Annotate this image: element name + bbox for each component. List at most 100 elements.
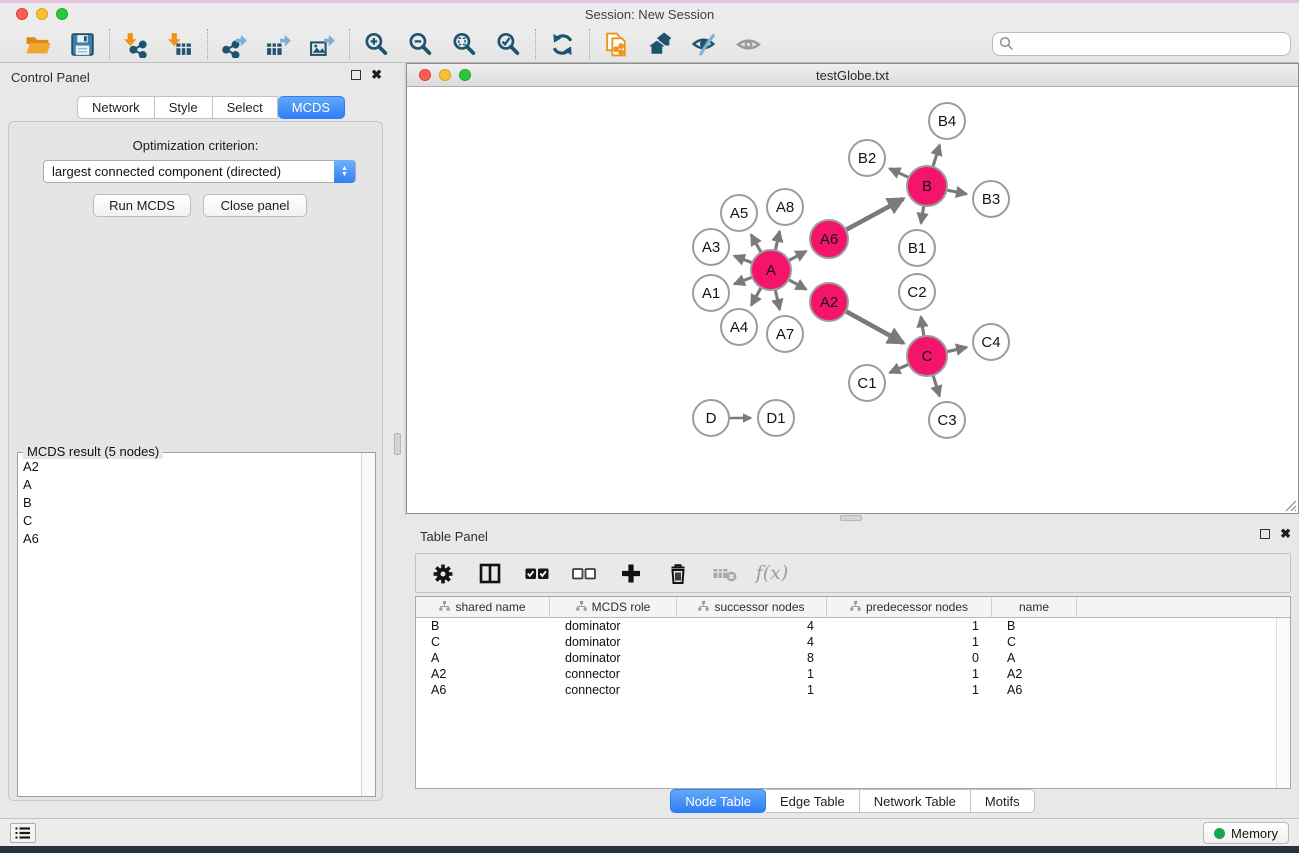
tab-node-table[interactable]: Node Table [670,789,766,813]
table-mode-icon[interactable] [430,560,456,586]
mcds-result-scrollbar[interactable] [361,453,375,796]
tab-motifs[interactable]: Motifs [971,789,1035,813]
close-panel-button[interactable]: Close panel [203,194,307,217]
table-row-A2[interactable]: A2connector11A2 [416,666,1290,682]
resize-grip-icon[interactable] [1284,499,1297,512]
mcds-result-item[interactable]: A [18,475,360,493]
graph-edge-A2-C[interactable] [844,310,904,343]
graph-edge-A-A7[interactable] [775,288,780,310]
import-table-icon[interactable] [167,31,194,58]
run-mcds-button[interactable]: Run MCDS [93,194,191,217]
graph-node-B1[interactable]: B1 [899,230,935,266]
table-row-C[interactable]: Cdominator41C [416,634,1290,650]
export-table-icon[interactable] [265,31,292,58]
graph-edge-B-B4[interactable] [932,145,939,169]
tab-select[interactable]: Select [213,96,278,119]
show-all-icon[interactable] [735,31,762,58]
graph-edge-C-C2[interactable] [921,317,924,339]
vertical-splitter-grip[interactable] [394,433,401,455]
create-column-icon[interactable] [618,560,644,586]
column-header-shared-name[interactable]: shared name [416,597,550,617]
save-icon[interactable] [69,31,96,58]
table-row-A6[interactable]: A6connector11A6 [416,682,1290,698]
column-header-name[interactable]: name [992,597,1077,617]
column-header-successor-nodes[interactable]: successor nodes [677,597,827,617]
graph-node-D[interactable]: D [693,400,729,436]
mcds-result-item[interactable]: A6 [18,529,360,547]
float-panel-icon[interactable] [351,70,361,80]
graph-edge-C-C3[interactable] [932,373,939,396]
table-scrollbar[interactable] [1276,618,1290,788]
graph-edge-B-B3[interactable] [945,190,967,194]
export-image-icon[interactable] [309,31,336,58]
graph-node-A8[interactable]: A8 [767,189,803,225]
zoom-selected-icon[interactable] [495,31,522,58]
graph-node-C1[interactable]: C1 [849,365,885,401]
graph-edge-A-A1[interactable] [734,276,754,284]
new-network-from-selection-icon[interactable] [603,31,630,58]
horizontal-splitter-grip[interactable] [840,515,862,521]
tab-network[interactable]: Network [77,96,155,119]
graph-node-A3[interactable]: A3 [693,229,729,265]
import-network-icon[interactable] [123,31,150,58]
select-all-columns-icon[interactable] [524,560,550,586]
graph-edge-A-A2[interactable] [787,279,806,290]
table-row-A[interactable]: Adominator80A [416,650,1290,666]
table-row-B[interactable]: Bdominator41B [416,618,1290,634]
graph-node-C2[interactable]: C2 [899,274,935,310]
close-table-panel-icon[interactable]: ✖ [1280,528,1291,540]
memory-button[interactable]: Memory [1203,822,1289,844]
zoom-in-icon[interactable] [363,31,390,58]
graph-edge-A-A8[interactable] [775,231,780,252]
delete-columns-icon[interactable] [665,560,691,586]
graph-edge-A-A3[interactable] [734,256,754,264]
column-header-MCDS-role[interactable]: MCDS role [550,597,677,617]
graph-edge-C-C4[interactable] [945,347,967,352]
hide-selected-icon[interactable] [691,31,718,58]
column-header-predecessor-nodes[interactable]: predecessor nodes [827,597,992,617]
task-history-button[interactable] [10,823,36,843]
graph-node-B3[interactable]: B3 [973,181,1009,217]
mcds-result-item[interactable]: B [18,493,360,511]
mcds-result-item[interactable]: A2 [18,457,360,475]
graph-node-A1[interactable]: A1 [693,275,729,311]
zoom-fit-icon[interactable] [451,31,478,58]
graph-edge-B-B2[interactable] [890,169,911,179]
graph-edge-A6-B[interactable] [844,199,903,231]
graph-edge-A-A5[interactable] [751,235,762,255]
tab-edge-table[interactable]: Edge Table [766,789,860,813]
graph-node-C[interactable]: C [907,336,947,376]
horizontal-splitter[interactable] [406,514,1299,522]
graph-edge-A-A4[interactable] [751,286,762,306]
graph-node-A7[interactable]: A7 [767,316,803,352]
tab-mcds[interactable]: MCDS [278,96,345,119]
graph-node-A4[interactable]: A4 [721,309,757,345]
refresh-icon[interactable] [549,31,576,58]
first-neighbors-icon[interactable] [647,31,674,58]
zoom-out-icon[interactable] [407,31,434,58]
graph-node-A[interactable]: A [751,250,791,290]
tab-network-table[interactable]: Network Table [860,789,971,813]
vertical-splitter[interactable] [390,63,406,818]
close-panel-icon[interactable]: ✖ [371,69,382,81]
graph-node-B4[interactable]: B4 [929,103,965,139]
float-table-panel-icon[interactable] [1260,529,1270,539]
graph-node-A2[interactable]: A2 [810,283,848,321]
tab-style[interactable]: Style [155,96,213,119]
graph-node-A6[interactable]: A6 [810,220,848,258]
graph-node-B2[interactable]: B2 [849,140,885,176]
show-columns-icon[interactable] [477,560,503,586]
graph-node-C4[interactable]: C4 [973,324,1009,360]
graph-node-A5[interactable]: A5 [721,195,757,231]
unselect-all-columns-icon[interactable] [571,560,597,586]
search-input[interactable] [992,32,1291,56]
criterion-dropdown[interactable]: largest connected component (directed) ▲… [43,160,356,183]
graph-node-B[interactable]: B [907,166,947,206]
mcds-result-item[interactable]: C [18,511,360,529]
graph-edge-A-A6[interactable] [787,251,806,261]
graph-node-C3[interactable]: C3 [929,402,965,438]
graph-edge-C-C1[interactable] [890,363,911,372]
graph-node-D1[interactable]: D1 [758,400,794,436]
export-network-icon[interactable] [221,31,248,58]
network-canvas[interactable]: B4 B2 B B3 A5 A8A6 A3 B1 A A1 C2 A2 A4 A7 C4 C C1 C3 D D1 [407,87,1298,513]
